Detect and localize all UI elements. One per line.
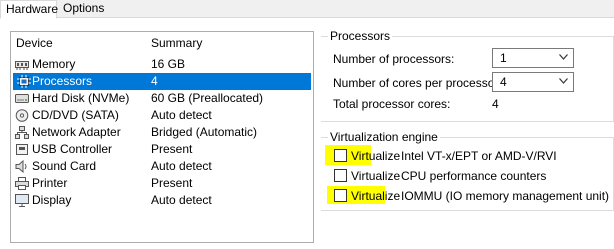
processor-icon bbox=[17, 75, 31, 88]
chevron-down-icon bbox=[559, 78, 568, 84]
device-summary: Bridged (Automatic) bbox=[151, 125, 258, 139]
device-name: Display bbox=[32, 193, 72, 207]
virtualize-iommu-checkbox[interactable] bbox=[334, 189, 347, 202]
virtualize-perf-counters-checkbox[interactable] bbox=[334, 169, 347, 182]
device-row-display[interactable]: Display Auto detect bbox=[11, 192, 313, 209]
device-row-memory[interactable]: Memory 16 GB bbox=[11, 56, 313, 73]
device-row-hard-disk[interactable]: Hard Disk (NVMe) 60 GB (Preallocated) bbox=[11, 90, 313, 107]
chevron-down-icon bbox=[559, 54, 568, 60]
virtualize-vtx-label: Intel VT-x/EPT or AMD-V/RVI bbox=[401, 149, 557, 163]
device-name: Processors bbox=[32, 74, 93, 88]
device-summary: 4 bbox=[151, 74, 158, 88]
virtualize-perf-counters-checkbox-row[interactable]: Virtualize CPU performance counters bbox=[334, 169, 594, 185]
num-processors-select[interactable]: 1 bbox=[492, 48, 574, 68]
virtualization-group-title: Virtualization engine bbox=[328, 130, 440, 144]
virtualize-perf-counters-label: CPU performance counters bbox=[401, 169, 547, 183]
device-summary: Auto detect bbox=[151, 193, 212, 207]
cd-dvd-icon bbox=[15, 109, 29, 122]
total-cores-value: 4 bbox=[492, 97, 499, 111]
virtualize-iommu-checkbox-row[interactable]: Virtualize IOMMU (IO memory management u… bbox=[334, 189, 609, 205]
total-cores-label: Total processor cores: bbox=[333, 97, 451, 111]
device-summary: Present bbox=[151, 176, 193, 190]
device-list-header: Device Summary bbox=[11, 32, 313, 54]
device-name: USB Controller bbox=[32, 142, 113, 156]
device-summary: Auto detect bbox=[151, 159, 212, 173]
tab-options[interactable]: Options bbox=[58, 0, 104, 18]
display-icon bbox=[15, 194, 29, 207]
tab-strip: Hardware Options bbox=[0, 0, 614, 19]
network-adapter-icon bbox=[15, 126, 29, 139]
device-name: Network Adapter bbox=[32, 125, 121, 139]
virtualize-perf-counters-label-prefix: Virtualize bbox=[351, 169, 401, 183]
device-summary: 60 GB (Preallocated) bbox=[151, 91, 264, 105]
device-name: Hard Disk (NVMe) bbox=[32, 91, 130, 105]
usb-icon bbox=[15, 143, 29, 156]
device-row-network-adapter[interactable]: Network Adapter Bridged (Automatic) bbox=[11, 124, 313, 141]
device-row-sound-card[interactable]: Sound Card Auto detect bbox=[11, 158, 313, 175]
cores-per-processor-label: Number of cores per processor: bbox=[333, 76, 502, 90]
virtualize-vtx-checkbox-row[interactable]: Virtualize Intel VT-x/EPT or AMD-V/RVI bbox=[334, 149, 594, 165]
column-header-device[interactable]: Device bbox=[16, 32, 53, 54]
device-row-processors[interactable]: Processors 4 bbox=[13, 73, 311, 90]
memory-icon bbox=[15, 58, 29, 71]
cores-per-processor-value: 4 bbox=[500, 75, 507, 89]
virtualize-vtx-checkbox[interactable] bbox=[334, 149, 347, 162]
column-header-summary[interactable]: Summary bbox=[151, 32, 202, 54]
device-summary: 16 GB bbox=[151, 57, 186, 71]
device-summary: Auto detect bbox=[151, 108, 212, 122]
tab-hardware[interactable]: Hardware bbox=[0, 0, 58, 19]
cores-per-processor-select[interactable]: 4 bbox=[492, 72, 574, 92]
num-processors-value: 1 bbox=[500, 51, 507, 65]
virtualize-vtx-label-prefix: Virtualize bbox=[351, 149, 401, 163]
printer-icon bbox=[15, 177, 29, 190]
device-row-printer[interactable]: Printer Present bbox=[11, 175, 313, 192]
device-row-usb-controller[interactable]: USB Controller Present bbox=[11, 141, 313, 158]
device-name: Sound Card bbox=[32, 159, 97, 173]
virtualize-iommu-label: IOMMU (IO memory management unit) bbox=[401, 189, 610, 203]
virtualize-iommu-label-prefix: Virtualize bbox=[351, 189, 401, 203]
num-processors-label: Number of processors: bbox=[333, 52, 455, 66]
hard-disk-icon bbox=[15, 92, 29, 105]
device-name: Printer bbox=[32, 176, 68, 190]
device-row-cd-dvd[interactable]: CD/DVD (SATA) Auto detect bbox=[11, 107, 313, 124]
device-list[interactable]: Device Summary Memory 16 GB Processors 4… bbox=[10, 31, 314, 243]
device-name: CD/DVD (SATA) bbox=[32, 108, 119, 122]
device-name: Memory bbox=[32, 57, 76, 71]
device-summary: Present bbox=[151, 142, 193, 156]
speaker-icon bbox=[15, 160, 29, 173]
processors-group-title: Processors bbox=[328, 29, 393, 43]
